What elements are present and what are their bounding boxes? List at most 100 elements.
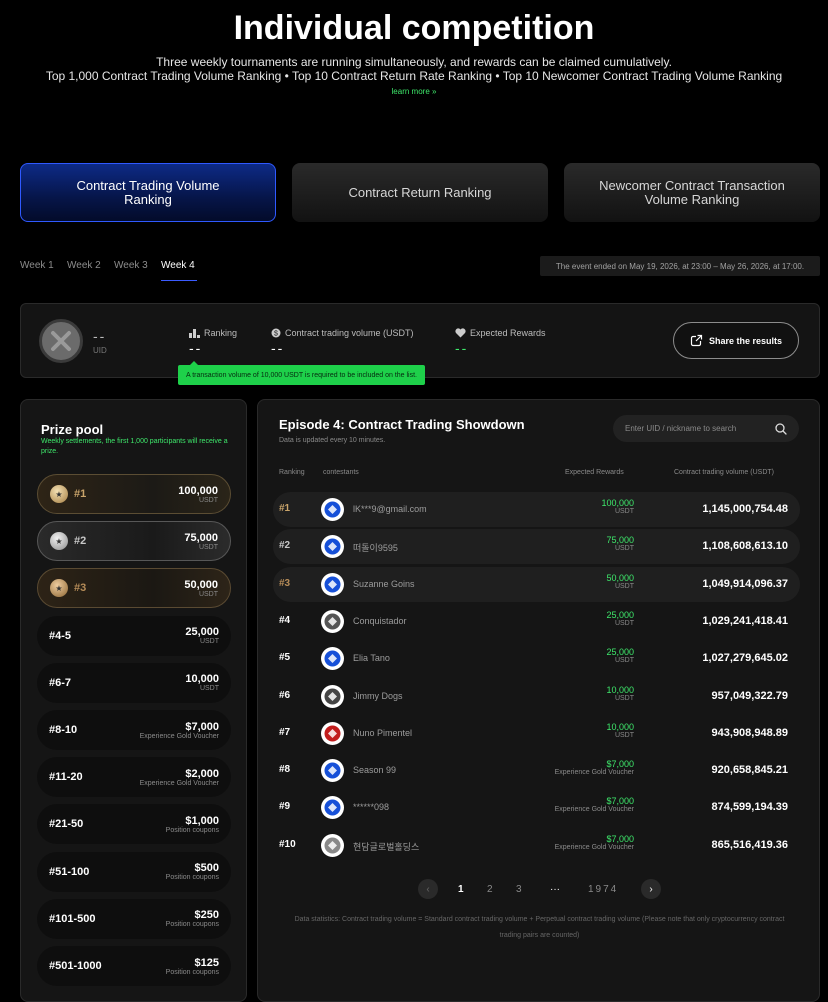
user-avatar-icon <box>324 688 341 704</box>
user-avatar-icon <box>324 837 341 854</box>
tab-newcomer-volume[interactable]: Newcomer Contract Transaction Volume Ran… <box>564 163 820 222</box>
share-results-button[interactable]: Share the results <box>673 322 799 359</box>
page-2[interactable]: 2 <box>487 884 493 895</box>
reward-unit: USDT <box>614 582 634 590</box>
learn-more-link[interactable]: learn more » <box>0 87 828 96</box>
table-row[interactable]: #5 Elia Tano 25,000 USDT 1,027,279,645.02 <box>273 641 800 676</box>
contestant-name: lK***9@gmail.com <box>353 504 427 514</box>
prize-amount: $125 <box>194 956 219 969</box>
share-icon <box>690 334 703 347</box>
contestant-avatar <box>321 684 344 708</box>
prize-amount-block: 25,000 USDT <box>185 626 219 645</box>
trading-volume: 1,029,241,418.41 <box>702 614 788 627</box>
contestant-avatar <box>321 609 344 633</box>
prize-amount: 50,000 <box>184 578 218 591</box>
contestant-avatar <box>321 759 344 783</box>
hero-subtitle: Three weekly tournaments are running sim… <box>156 55 672 69</box>
prize-rank: #501-1000 <box>49 960 102 972</box>
reward-amount: 10,000 <box>606 684 634 695</box>
table-row[interactable]: #10 현담글로벌홀딩스 $7,000 Experience Gold Voucher… <box>273 828 800 863</box>
contestant-name: ******098 <box>353 802 390 813</box>
reward-amount: $7,000 <box>606 759 634 770</box>
prize-row: #51-100 $500 Position coupons <box>37 851 231 892</box>
prize-rank: #8-10 <box>49 724 78 736</box>
prize-unit: USDT <box>199 685 219 693</box>
prize-rank: #101-500 <box>49 912 96 925</box>
prize-row: #6-7 10,000 USDT <box>37 662 231 703</box>
contestant-name: 현담글로벌홀딩스 <box>353 841 420 852</box>
week-1-tab[interactable]: Week 1 <box>20 260 54 271</box>
tab-contract-trading-volume[interactable]: Contract Trading Volume Ranking <box>20 163 276 222</box>
prev-page-button[interactable]: ‹ <box>418 879 438 899</box>
reward-amount: 25,000 <box>606 609 634 620</box>
prize-pool-title: Prize pool <box>41 422 104 437</box>
week-4-tab[interactable]: Week 4 <box>161 260 197 281</box>
contestant-avatar <box>321 721 344 745</box>
uid-value: -- <box>93 328 107 344</box>
prize-row: #8-10 $7,000 Experience Gold Voucher <box>37 710 231 750</box>
leaderboard-title: Episode 4: Contract Trading Showdown <box>279 417 525 432</box>
table-row[interactable]: #8 Season 99 $7,000 Experience Gold Voucher… <box>273 753 800 788</box>
search-icon[interactable] <box>775 422 787 435</box>
prize-unit: Position coupons <box>165 874 219 882</box>
table-row[interactable]: #9 ******098 $7,000 Experience Gold Voucher… <box>273 790 800 825</box>
prize-amount: 25,000 <box>185 626 219 639</box>
week-3-tab[interactable]: Week 3 <box>114 260 148 271</box>
page-last[interactable]: 1974 <box>588 884 618 895</box>
row-rank: #6 <box>279 689 291 701</box>
prize-unit: Experience Gold Voucher <box>139 779 219 787</box>
heart-icon <box>455 328 466 338</box>
pagination: ‹ 1 2 3 ··· 1974 › <box>258 879 821 901</box>
row-rank: #2 <box>279 540 291 552</box>
header-expected-rewards: Expected Rewards <box>565 469 624 476</box>
prize-unit: Experience Gold Voucher <box>139 732 219 740</box>
table-row[interactable]: #7 Nuno Pimentel 10,000 USDT 943,908,948.89 <box>273 716 800 751</box>
avatar <box>39 319 83 363</box>
header-trading-volume: Contract trading volume (USDT) <box>674 469 774 476</box>
search-input[interactable] <box>625 424 775 433</box>
prize-row: ★ #1 100,000 USDT <box>37 474 231 514</box>
contestant-name: 떠돌이9595 <box>353 543 398 554</box>
user-avatar-icon <box>324 613 341 630</box>
trading-volume: 865,516,419.36 <box>711 838 788 851</box>
row-rank: #5 <box>279 652 291 664</box>
prize-unit: Position coupons <box>165 921 219 929</box>
expected-reward: 25,000 USDT <box>606 647 634 664</box>
prize-amount-block: $2,000 Experience Gold Voucher <box>140 768 219 787</box>
share-button-label: Share the results <box>708 335 783 346</box>
svg-text:$: $ <box>274 331 278 338</box>
contestant-avatar <box>321 572 344 596</box>
prize-rank: #1 <box>74 488 87 500</box>
trading-volume: 1,027,279,645.02 <box>702 652 788 665</box>
table-row[interactable]: #2 떠돌이9595 75,000 USDT 1,108,608,613.10 <box>273 529 800 565</box>
reward-unit: Experience Gold Voucher <box>554 806 634 814</box>
prize-amount-block: $125 Position coupons <box>166 957 219 976</box>
page-3[interactable]: 3 <box>516 884 522 895</box>
page-ellipsis: ··· <box>550 884 560 895</box>
prize-row: #21-50 $1,000 Position coupons <box>37 804 231 845</box>
user-avatar-icon <box>324 538 341 555</box>
prize-unit: USDT <box>199 638 219 646</box>
volume-value: -- <box>271 340 285 356</box>
logo-x-icon <box>51 331 71 351</box>
trading-volume: 1,108,608,613.10 <box>702 540 788 553</box>
contestant-avatar <box>321 833 344 857</box>
row-rank: #7 <box>279 726 291 738</box>
table-row[interactable]: #1 lK***9@gmail.com 100,000 USDT 1,145,000,7… <box>273 492 800 527</box>
prize-amount: $500 <box>194 862 219 875</box>
week-2-tab[interactable]: Week 2 <box>67 260 101 271</box>
ranking-stat-label: Ranking <box>189 328 237 338</box>
volume-stat-label: $ Contract trading volume (USDT) <box>271 328 414 338</box>
table-row[interactable]: #3 Suzanne Goins 50,000 USDT 1,049,914,096.3… <box>273 566 800 602</box>
prize-amount-block: 10,000 USDT <box>185 673 219 692</box>
next-page-button[interactable]: › <box>641 879 661 899</box>
trading-volume: 1,145,000,754.48 <box>702 503 788 515</box>
prize-amount-block: $7,000 Experience Gold Voucher <box>140 721 219 740</box>
tab-contract-return[interactable]: Contract Return Ranking <box>292 163 548 222</box>
page-1[interactable]: 1 <box>458 884 464 895</box>
volume-label: Contract trading volume (USDT) <box>285 328 414 338</box>
reward-amount: 25,000 <box>606 647 634 658</box>
table-row[interactable]: #6 Jimmy Dogs 10,000 USDT 957,049,322.79 <box>273 679 800 714</box>
table-row[interactable]: #4 Conquistador 25,000 USDT 1,029,241,418.41 <box>273 604 800 639</box>
ranking-label: Ranking <box>204 328 238 338</box>
